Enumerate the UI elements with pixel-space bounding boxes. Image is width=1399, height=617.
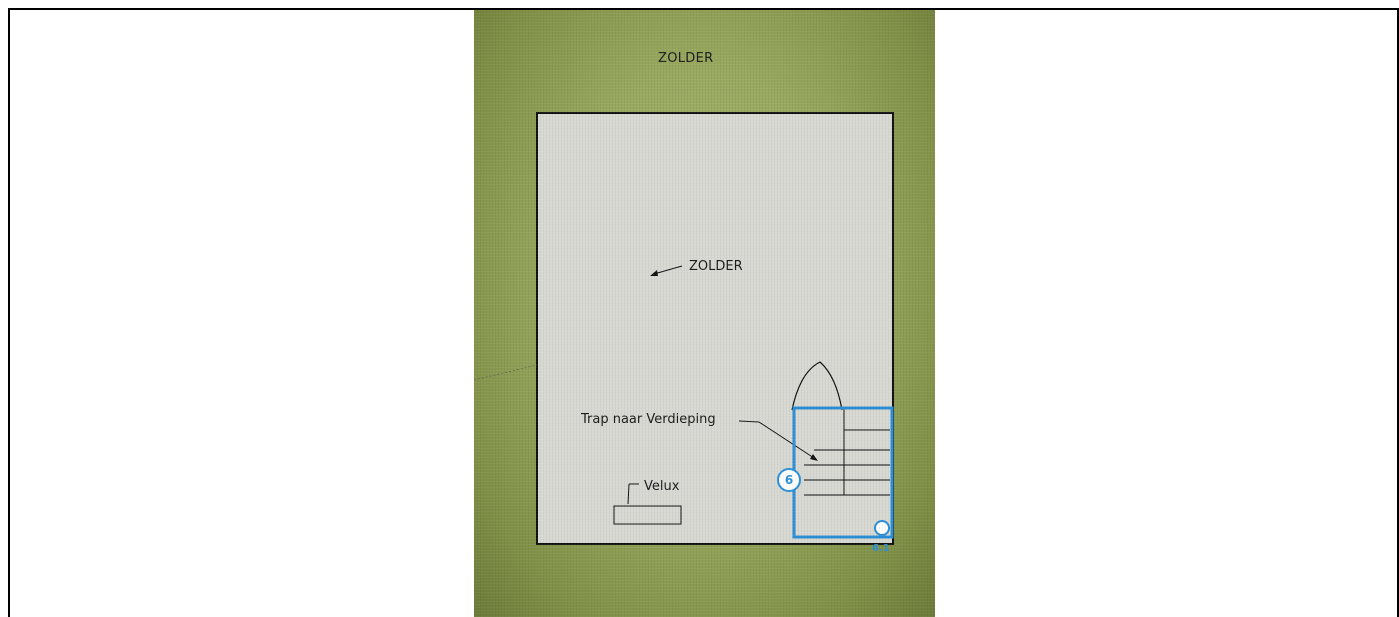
annotation-marker-6[interactable]: 6	[777, 468, 801, 492]
floorplan-photo: ZOLDER ZOLDER Trap naar Verdieping Velux…	[474, 10, 935, 617]
plan-title: ZOLDER	[658, 51, 714, 66]
stair-label: Trap naar Verdieping	[581, 412, 716, 427]
room-outline	[536, 112, 894, 545]
annotation-marker-6-1[interactable]: 6.1	[872, 543, 890, 554]
velux-label: Velux	[644, 479, 680, 494]
floorplan-drawing	[474, 112, 894, 545]
room-label: ZOLDER	[689, 259, 743, 274]
